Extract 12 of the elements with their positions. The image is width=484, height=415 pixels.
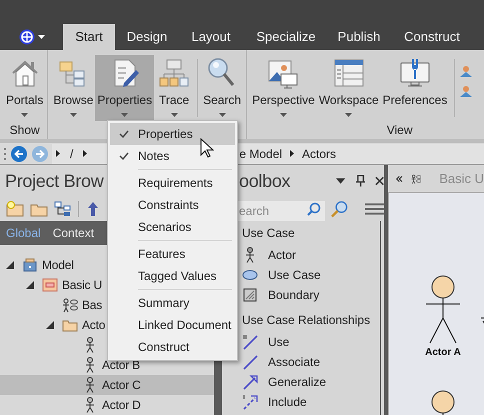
tree-item-label: Actor B [102, 357, 140, 374]
tree-item-label: Bas [82, 297, 102, 314]
tree-item-label: Basic U [62, 277, 102, 294]
tree-item-label: Actor C [102, 377, 141, 394]
group-label: Show [10, 122, 40, 139]
element-label: Actor A [425, 346, 461, 360]
tree-item-label: Actor D [102, 397, 141, 414]
group-label: View [386, 122, 412, 139]
tree-item-label: Acto [82, 317, 106, 334]
panel-title: oolbox [239, 170, 290, 192]
tree-item-label: Model [42, 257, 74, 274]
panel-title: Project Brow [5, 170, 104, 193]
